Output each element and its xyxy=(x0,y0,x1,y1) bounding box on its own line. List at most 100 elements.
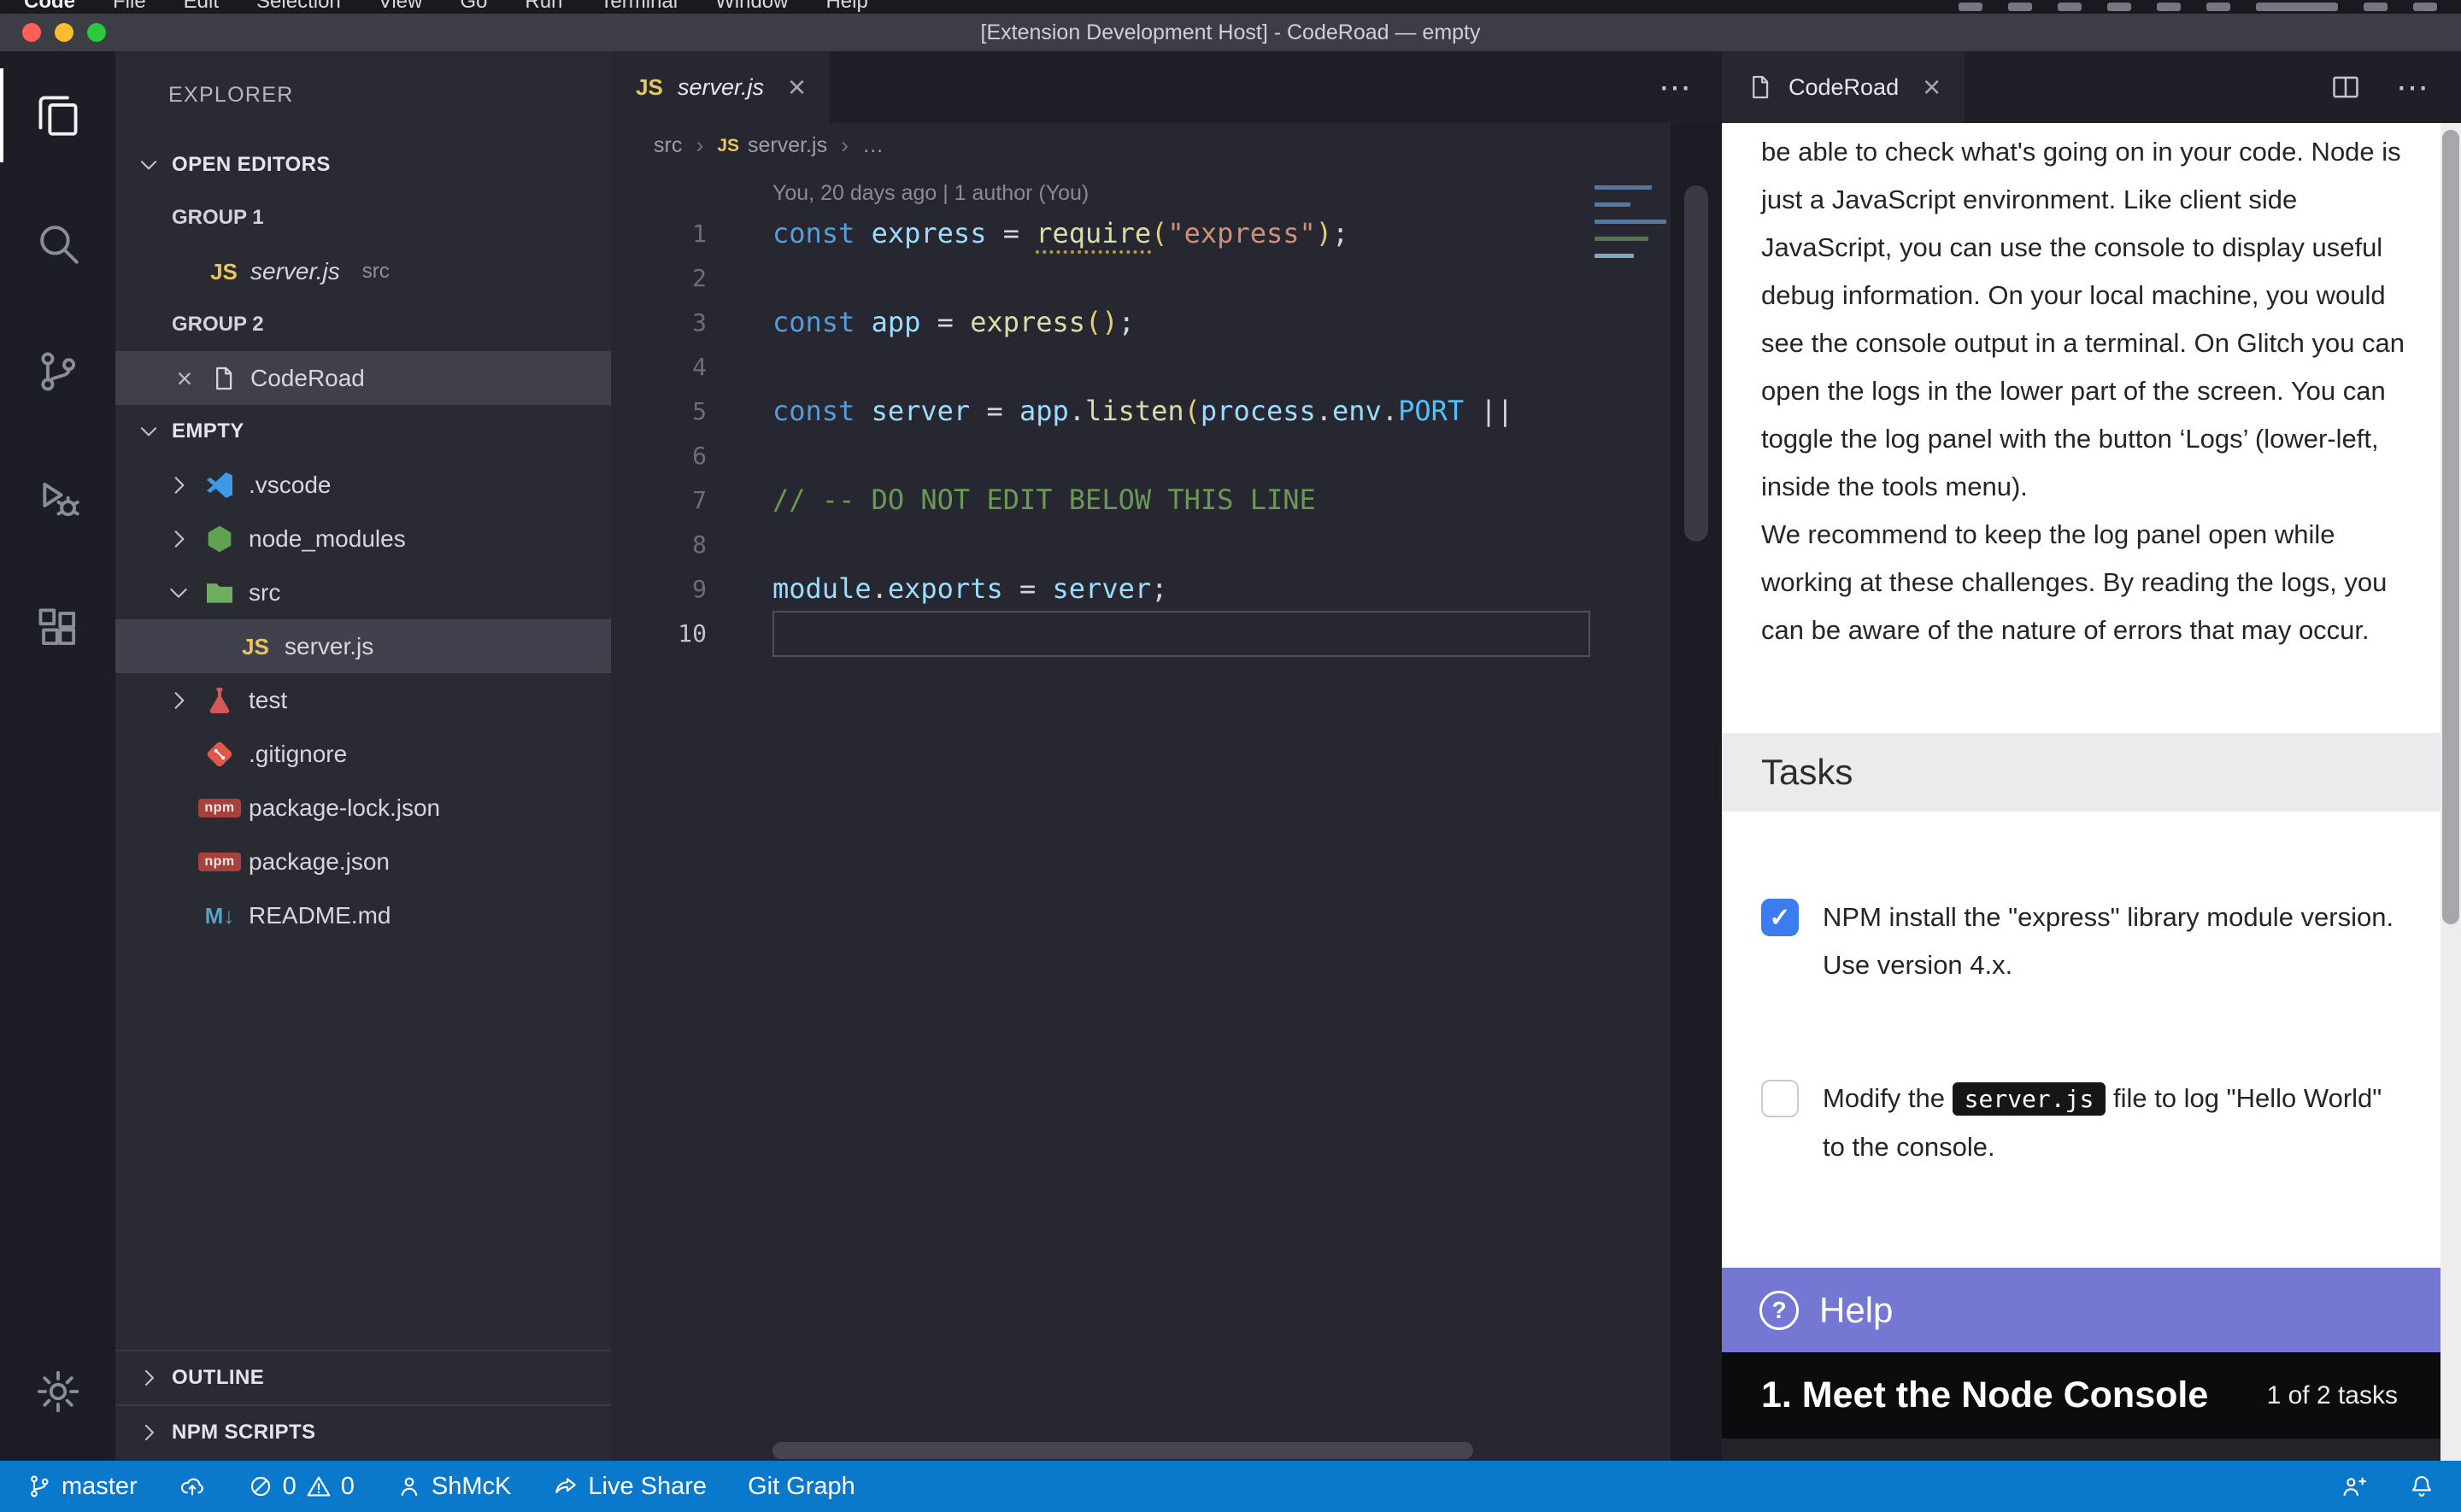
breadcrumb-server-js[interactable]: JSserver.js xyxy=(717,133,827,158)
split-editor-icon[interactable] xyxy=(2329,71,2362,103)
tree-item-test[interactable]: test xyxy=(115,673,611,727)
minimize-window-button[interactable] xyxy=(55,23,73,42)
code-editor[interactable]: You, 20 days ago | 1 author (You) 1 const… xyxy=(611,167,1722,1461)
editor-actions-more[interactable]: ⋯ xyxy=(1659,51,1693,123)
line-number[interactable]: 9 xyxy=(611,575,739,603)
menu-view[interactable]: View xyxy=(379,0,423,3)
webview-scrollbar[interactable] xyxy=(2440,123,2461,1461)
close-window-button[interactable] xyxy=(22,23,41,42)
menubar-status-icon[interactable] xyxy=(2206,3,2230,11)
menu-edit[interactable]: Edit xyxy=(184,0,219,3)
menu-selection[interactable]: Selection xyxy=(256,0,341,3)
minimap[interactable] xyxy=(1589,185,1671,1461)
tree-item-package-lock-json[interactable]: npmpackage-lock.json xyxy=(115,781,611,835)
code-line-10[interactable]: 10 xyxy=(611,611,1722,655)
line-number[interactable]: 10 xyxy=(611,619,739,648)
close-coderoad-tab-icon[interactable]: × xyxy=(1923,72,1941,103)
menubar-status-icon[interactable] xyxy=(2364,3,2388,11)
task-checkbox[interactable]: ✓ xyxy=(1761,899,1799,936)
status-git-graph[interactable]: Git Graph xyxy=(748,1473,855,1501)
tree-item-gitignore[interactable]: .gitignore xyxy=(115,727,611,781)
code-line-3[interactable]: 3const app = express(); xyxy=(611,300,1722,344)
tree-item-node-modules[interactable]: node_modules xyxy=(115,512,611,566)
code-token: const xyxy=(772,306,855,338)
status-problems[interactable]: 00 xyxy=(247,1473,355,1501)
explorer-activity-button[interactable] xyxy=(0,51,115,179)
menu-file[interactable]: File xyxy=(113,0,146,3)
menu-window[interactable]: Window xyxy=(715,0,788,3)
tab-server-js[interactable]: JS server.js × xyxy=(611,51,830,123)
source-control-activity-button[interactable] xyxy=(0,308,115,436)
search-activity-button[interactable] xyxy=(0,179,115,308)
menubar-status-icon[interactable] xyxy=(2413,3,2437,11)
npm-scripts-header[interactable]: NPM SCRIPTS xyxy=(115,1404,611,1459)
open-editor-server-js[interactable]: ×JSserver.jssrc xyxy=(115,244,611,298)
close-tab-icon[interactable]: × xyxy=(788,72,806,103)
task-checkbox[interactable] xyxy=(1761,1080,1799,1117)
vertical-scrollbar-thumb[interactable] xyxy=(1684,185,1708,542)
menubar-status-icon[interactable] xyxy=(2008,3,2032,11)
tab-coderoad[interactable]: CodeRoad × xyxy=(1722,51,1965,123)
line-number[interactable]: 2 xyxy=(611,264,739,292)
code-line-1[interactable]: 1const express = require("express"); xyxy=(611,211,1722,255)
extensions-activity-button[interactable] xyxy=(0,564,115,692)
menu-terminal[interactable]: Terminal xyxy=(600,0,678,3)
menubar-status-icon[interactable] xyxy=(2107,3,2131,11)
menubar-status-icon[interactable] xyxy=(2157,3,2181,11)
status-account[interactable]: ShMcK xyxy=(396,1473,511,1501)
code-line-2[interactable]: 2 xyxy=(611,255,1722,300)
menubar-status-icon[interactable] xyxy=(2256,3,2338,11)
line-number[interactable]: 4 xyxy=(611,353,739,381)
tree-item-server-js[interactable]: JSserver.js xyxy=(115,619,611,673)
horizontal-scrollbar-thumb[interactable] xyxy=(772,1442,1473,1459)
outline-header[interactable]: OUTLINE xyxy=(115,1350,611,1404)
breadcrumb-text: … xyxy=(862,133,884,158)
zoom-window-button[interactable] xyxy=(87,23,106,42)
menubar-status-icon[interactable] xyxy=(2058,3,2082,11)
line-number[interactable]: 5 xyxy=(611,397,739,425)
help-bar[interactable]: ? Help xyxy=(1722,1268,2461,1352)
line-number[interactable]: 3 xyxy=(611,308,739,337)
menu-code[interactable]: Code xyxy=(24,0,75,3)
breadcrumb-item[interactable]: … xyxy=(862,133,884,158)
menu-go[interactable]: Go xyxy=(460,0,487,3)
menu-run[interactable]: Run xyxy=(525,0,562,3)
code-line-5[interactable]: 5const server = app.listen(process.env.P… xyxy=(611,389,1722,433)
workspace-header[interactable]: EMPTY xyxy=(115,405,611,458)
status-feedback[interactable] xyxy=(2340,1473,2367,1500)
line-number[interactable]: 1 xyxy=(611,220,739,248)
codelens[interactable]: You, 20 days ago | 1 author (You) xyxy=(611,167,1722,211)
code-line-8[interactable]: 8 xyxy=(611,522,1722,566)
tree-item-package-json[interactable]: npmpackage.json xyxy=(115,835,611,888)
status-notifications[interactable] xyxy=(2408,1473,2435,1500)
code-token: ( xyxy=(1184,395,1201,427)
open-editors-header[interactable]: OPEN EDITORS xyxy=(115,138,611,191)
status-publish[interactable] xyxy=(179,1473,206,1500)
menu-help[interactable]: Help xyxy=(825,0,867,3)
status-branch[interactable]: master xyxy=(26,1473,138,1501)
code-line-9[interactable]: 9module.exports = server; xyxy=(611,566,1722,611)
more-actions-icon[interactable]: ⋯ xyxy=(2396,68,2430,107)
tree-item-readme-md[interactable]: M↓README.md xyxy=(115,888,611,942)
webview-scrollbar-thumb[interactable] xyxy=(2442,130,2459,924)
titlebar[interactable]: [Extension Development Host] - CodeRoad … xyxy=(0,14,2461,51)
run-debug-activity-button[interactable] xyxy=(0,436,115,564)
tree-item-src[interactable]: src xyxy=(115,566,611,619)
code-line-7[interactable]: 7// -- DO NOT EDIT BELOW THIS LINE xyxy=(611,478,1722,522)
code-token: const xyxy=(772,217,855,249)
code-line-6[interactable]: 6 xyxy=(611,433,1722,478)
breadcrumb-src[interactable]: src xyxy=(654,133,682,158)
tree-item-vscode[interactable]: .vscode xyxy=(115,458,611,512)
code-token: exports xyxy=(888,572,1003,605)
open-editor-coderoad[interactable]: ×CodeRoad xyxy=(115,351,611,405)
manage-button[interactable] xyxy=(0,1327,115,1456)
editor-vertical-scrollbar[interactable] xyxy=(1671,123,1722,1461)
line-number[interactable]: 8 xyxy=(611,530,739,559)
status-live-share[interactable]: Live Share xyxy=(552,1473,707,1501)
line-number[interactable]: 7 xyxy=(611,486,739,514)
line-number[interactable]: 6 xyxy=(611,442,739,470)
menubar-status-icon[interactable] xyxy=(1959,3,1982,11)
editor-horizontal-scrollbar[interactable] xyxy=(772,1442,1587,1459)
close-editor-icon[interactable]: × xyxy=(172,365,197,392)
code-line-4[interactable]: 4 xyxy=(611,344,1722,389)
